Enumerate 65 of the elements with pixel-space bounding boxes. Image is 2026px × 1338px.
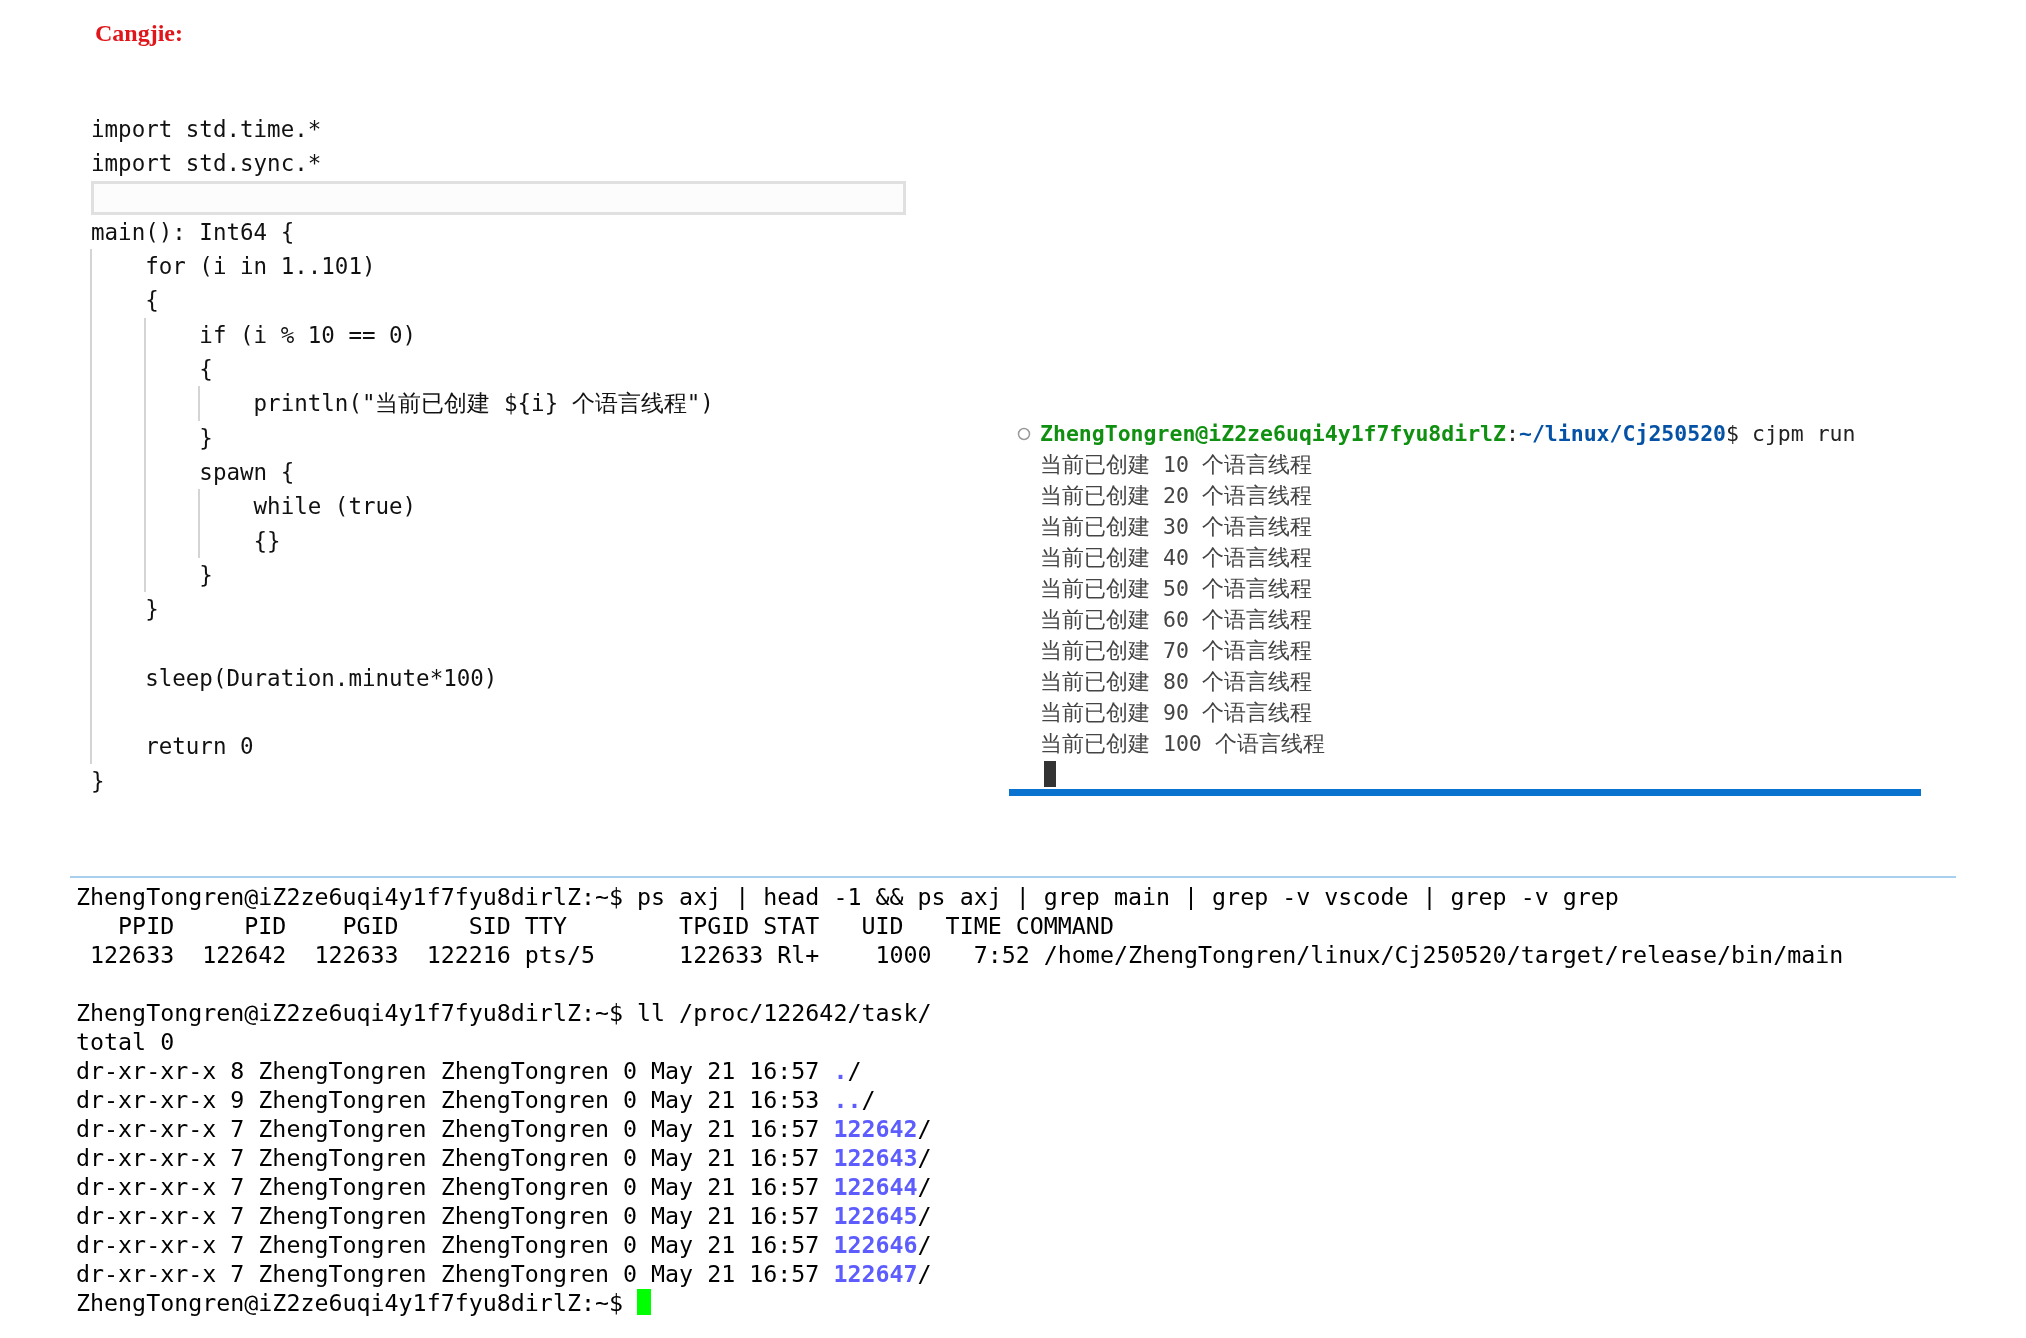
directory-suffix: / <box>917 1258 932 1288</box>
code-line: } <box>144 596 159 623</box>
directory-name: 122646 <box>833 1229 918 1259</box>
output-line: 当前已创建 80 个语言线程 <box>1040 669 1312 694</box>
listing-line: dr-xr-xr-x 7 ZhengTongren ZhengTongren 0 May 21 16:57 <box>76 1258 821 1288</box>
directory-suffix: / <box>917 1229 932 1259</box>
listing-line: dr-xr-xr-x 8 ZhengTongren ZhengTongren 0 May 21 16:57 <box>76 1055 821 1085</box>
listing-line: dr-xr-xr-x 7 ZhengTongren ZhengTongren 0 May 21 16:57 <box>76 1113 821 1143</box>
code-line: import std.sync.* <box>91 150 322 177</box>
code-line: sleep(Duration.minute*100) <box>144 664 498 691</box>
terminal-line: ZhengTongren@iZ2ze6uqi4y1f7fyu8dirlZ:~$ ll /proc/122642/task/ <box>76 998 932 1026</box>
section-title: Cangjie: <box>95 19 183 47</box>
code-line: if (i % 10 == 0) <box>198 321 417 348</box>
code-line: import std.time.* <box>91 116 322 142</box>
directory-name: 122642 <box>833 1113 918 1143</box>
prompt-user-host: ZhengTongren@iZ2ze6uqi4y1f7fyu8dirlZ <box>1040 420 1506 448</box>
terminal-cursor <box>637 1289 652 1316</box>
listing-line: dr-xr-xr-x 7 ZhengTongren ZhengTongren 0 May 21 16:57 <box>76 1171 821 1201</box>
directory-name: 122645 <box>833 1200 918 1230</box>
code-line: while (true) <box>252 493 417 520</box>
output-line: 当前已创建 100 个语言线程 <box>1040 731 1325 756</box>
directory-name: .. <box>833 1084 862 1114</box>
terminal-line: 122633 122642 122633 122216 pts/5 122633 Rl+ 1000 7:52 /home/ZhengTongren/linux/Cj250520/target/release/bin/main <box>89 940 1844 968</box>
terminal-cursor <box>1044 761 1056 787</box>
directory-name: 122643 <box>833 1142 918 1172</box>
code-line: } <box>198 424 213 451</box>
listing-line: dr-xr-xr-x 7 ZhengTongren ZhengTongren 0 May 21 16:57 <box>76 1229 821 1259</box>
directory-suffix: / <box>847 1055 862 1085</box>
code-line: } <box>198 561 213 588</box>
code-line: main(): Int64 { <box>91 218 295 245</box>
directory-suffix: / <box>861 1084 876 1114</box>
code-line: return 0 <box>144 733 254 760</box>
output-line: 当前已创建 10 个语言线程 <box>1040 452 1312 477</box>
output-line: 当前已创建 50 个语言线程 <box>1040 576 1312 601</box>
terminal-prompt: ZhengTongren@iZ2ze6uqi4y1f7fyu8dirlZ:~$ <box>76 1287 624 1317</box>
code-line: for (i in 1..101) <box>144 253 376 280</box>
listing-line: dr-xr-xr-x 7 ZhengTongren ZhengTongren 0 May 21 16:57 <box>76 1142 821 1172</box>
directory-suffix: / <box>917 1142 932 1172</box>
directory-name: 122647 <box>833 1258 918 1288</box>
listing-line: dr-xr-xr-x 9 ZhengTongren ZhengTongren 0 May 21 16:53 <box>76 1084 821 1114</box>
output-line: 当前已创建 20 个语言线程 <box>1040 483 1312 508</box>
listing-line: dr-xr-xr-x 7 ZhengTongren ZhengTongren 0 May 21 16:57 <box>76 1200 821 1230</box>
code-line: { <box>198 356 213 383</box>
output-line: 当前已创建 90 个语言线程 <box>1040 700 1312 725</box>
prompt-command: $ cjpm run <box>1726 420 1856 448</box>
prompt-separator: : <box>1506 420 1519 448</box>
directory-suffix: / <box>917 1200 932 1230</box>
directory-name: . <box>833 1055 848 1085</box>
code-line: spawn { <box>198 458 295 485</box>
terminal-line: total 0 <box>76 1027 175 1055</box>
output-line: 当前已创建 30 个语言线程 <box>1040 514 1312 539</box>
output-line: 当前已创建 60 个语言线程 <box>1040 607 1312 632</box>
output-line: 当前已创建 40 个语言线程 <box>1040 545 1312 570</box>
code-line: { <box>144 287 159 314</box>
output-line: 当前已创建 70 个语言线程 <box>1040 638 1312 663</box>
terminal-line: ZhengTongren@iZ2ze6uqi4y1f7fyu8dirlZ:~$ ps axj | head -1 && ps axj | grep main | grep -v vscode | grep -v grep <box>76 882 1619 910</box>
prompt-path: ~/linux/Cj250520 <box>1518 420 1727 448</box>
code-line: {} <box>252 527 281 554</box>
code-line: } <box>91 767 105 794</box>
directory-suffix: / <box>917 1113 932 1143</box>
terminal-line: PPID PID PGID SID TTY TPGID STAT UID TIME COMMAND <box>117 911 1114 939</box>
code-line: println("当前已创建 ${i} 个语言线程") <box>252 390 714 417</box>
directory-name: 122644 <box>833 1171 918 1201</box>
status-circle-icon <box>1017 426 1031 441</box>
directory-suffix: / <box>917 1171 932 1201</box>
